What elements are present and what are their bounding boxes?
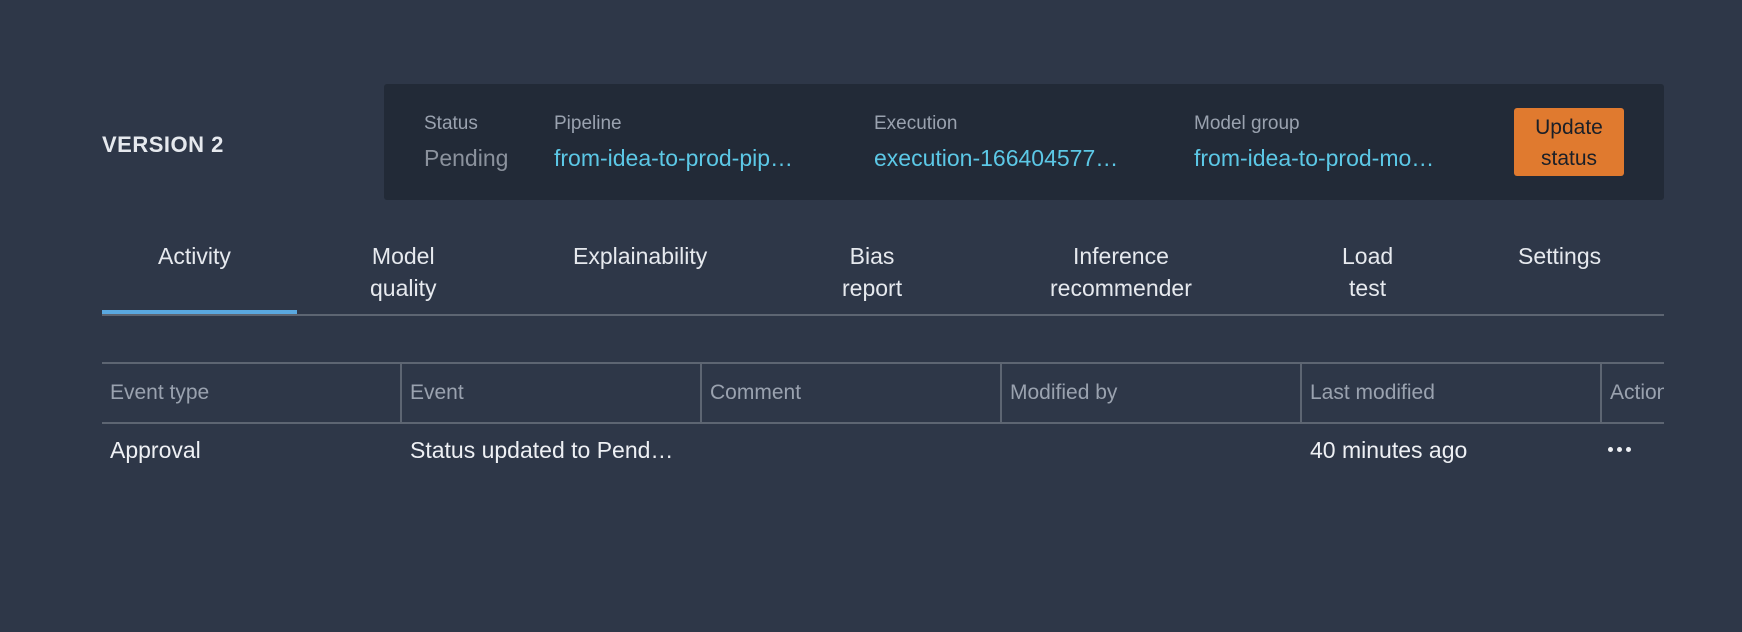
execution-link[interactable]: execution-166404577… [874, 144, 1118, 172]
version-title: VERSION 2 [102, 132, 224, 157]
pipeline-field: Pipeline from-idea-to-prod-pip… [554, 112, 793, 172]
tab-model-quality-label-line1: Model [371, 243, 435, 269]
column-header-comment[interactable]: Comment [700, 364, 1002, 422]
pipeline-link[interactable]: from-idea-to-prod-pip… [554, 144, 793, 172]
tab-model-quality[interactable]: Model quality [370, 240, 436, 304]
cell-event: Status updated to Pend… [410, 437, 674, 463]
update-status-button[interactable]: Update status [1514, 108, 1624, 176]
tab-activity-label: Activity [158, 243, 231, 269]
cell-event-type: Approval [110, 437, 201, 463]
cell-comment [702, 424, 1002, 476]
column-header-event-type[interactable]: Event type [102, 364, 402, 422]
execution-label: Execution [874, 113, 958, 134]
tab-load-test-label-line2: test [1349, 275, 1387, 301]
tab-activity[interactable]: Activity [158, 240, 231, 272]
tab-bias-report-label-line1: Bias [849, 243, 895, 269]
column-header-event[interactable]: Event [400, 364, 702, 422]
tab-load-test[interactable]: Load test [1342, 240, 1393, 304]
update-status-button-line1: Update [1535, 116, 1603, 139]
pipeline-label: Pipeline [554, 113, 622, 134]
tab-settings-label: Settings [1518, 243, 1602, 269]
cell-last-modified: 40 minutes ago [1310, 437, 1468, 463]
column-header-modified-by[interactable]: Modified by [1000, 364, 1302, 422]
tab-inference-recommender[interactable]: Inference recommender [1050, 240, 1192, 304]
tab-bias-report-label-line2: report [842, 275, 903, 301]
status-value: Pending [424, 145, 509, 171]
status-label: Status [424, 113, 478, 134]
activity-table: Event type Event Comment Modified by Las… [102, 362, 1664, 476]
tab-model-quality-label-line2: quality [370, 275, 437, 301]
table-row: Approval Status updated to Pend… 40 minu… [102, 424, 1664, 476]
tab-explainability[interactable]: Explainability [573, 240, 707, 272]
cell-modified-by [1002, 424, 1302, 476]
tab-settings[interactable]: Settings [1518, 240, 1601, 272]
tab-load-test-label-line1: Load [1342, 243, 1394, 269]
model-version-info-panel: Status Pending Pipeline from-idea-to-pro… [384, 84, 1664, 200]
model-group-label: Model group [1194, 113, 1300, 134]
more-horizontal-icon[interactable] [1604, 434, 1634, 464]
version-tabs: Activity Model quality Explainability Bi… [102, 236, 1664, 316]
tab-inference-recommender-label-line1: Inference [1072, 243, 1169, 269]
column-header-last-modified[interactable]: Last modified [1300, 364, 1602, 422]
table-header-row: Event type Event Comment Modified by Las… [102, 362, 1664, 424]
tab-inference-recommender-label-line2: recommender [1050, 275, 1192, 301]
tab-explainability-label: Explainability [573, 243, 708, 269]
model-group-link[interactable]: from-idea-to-prod-mo… [1194, 144, 1434, 172]
tab-bias-report[interactable]: Bias report [842, 240, 902, 304]
active-tab-indicator [102, 310, 297, 314]
status-field: Status Pending [424, 112, 508, 172]
execution-field: Execution execution-166404577… [874, 112, 1118, 172]
update-status-button-line2: status [1540, 147, 1598, 170]
model-group-field: Model group from-idea-to-prod-mo… [1194, 112, 1434, 172]
column-header-actions[interactable]: Actions [1600, 364, 1664, 422]
